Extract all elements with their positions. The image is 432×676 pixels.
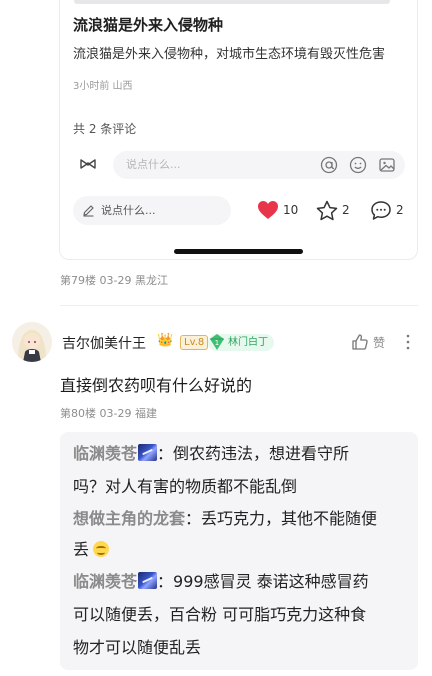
emoji-icon[interactable] xyxy=(349,156,367,174)
post-meta: 3小时前 山西 xyxy=(73,81,133,92)
floor-79-meta: 第79楼 03-29 黑龙江 xyxy=(60,274,168,287)
home-indicator xyxy=(174,249,303,254)
more-icon[interactable] xyxy=(403,333,413,351)
reply-input[interactable]: 说点什么... xyxy=(73,196,231,225)
reply-text: 丢 xyxy=(73,540,90,559)
thumbs-up-icon xyxy=(352,334,368,350)
crown-icon: 👑 xyxy=(157,333,174,348)
reply-2-line-1[interactable]: 想做主角的龙套：丢巧克力，其他不能随便 xyxy=(73,507,377,531)
card-image-edge xyxy=(74,0,390,4)
heart-icon xyxy=(258,201,278,219)
comment-bubble-icon xyxy=(371,200,391,220)
reply-text: 倒农药违法，想进看守所 xyxy=(173,444,350,463)
star-icon xyxy=(316,200,338,220)
reply-3-line-1[interactable]: 临渊羡苍 ：999感冒灵 泰诺这种感冒药 xyxy=(73,570,369,594)
reply-3-line-2[interactable]: 可以随便丢，百合粉 可可脂巧克力这种食 xyxy=(73,603,366,627)
reply-text: 999感冒灵 泰诺这种感冒药 xyxy=(173,572,369,591)
like-count: 10 xyxy=(283,203,299,217)
reply-author[interactable]: 临渊羡苍 xyxy=(73,444,137,463)
fan-level: 1 xyxy=(215,339,219,347)
favorite-stat[interactable]: 2 xyxy=(316,198,350,222)
anime-avatar-icon xyxy=(12,322,52,362)
galaxy-badge-icon xyxy=(138,572,158,589)
reply-separator: ： xyxy=(157,444,174,463)
favorite-count: 2 xyxy=(342,203,350,217)
comment-text[interactable]: 直接倒农药呗有什么好说的 xyxy=(60,372,252,396)
gem-icon: 1 xyxy=(210,334,224,350)
post-title[interactable]: 流浪猫是外来入侵物种 xyxy=(73,14,223,35)
reply-author[interactable]: 临渊羡苍 xyxy=(73,572,137,591)
avatar[interactable] xyxy=(12,322,52,362)
reply-1-line-1[interactable]: 临渊羡苍 ：倒农药违法，想进看守所 xyxy=(73,442,349,466)
like-button[interactable]: 赞 xyxy=(351,333,385,351)
fan-badge: 1 林门白丁 xyxy=(208,334,274,351)
reply-author[interactable]: 想做主角的龙套 xyxy=(73,509,185,528)
comment-stat[interactable]: 2 xyxy=(370,198,404,222)
sub-replies[interactable] xyxy=(60,432,418,670)
username[interactable]: 吉尔伽美什王 xyxy=(62,333,146,353)
reply-separator: ： xyxy=(185,509,202,528)
like-label: 赞 xyxy=(373,335,386,350)
reply-1-line-2[interactable]: 吗？对人有害的物质都不能乱倒 xyxy=(73,475,297,499)
comment-count: 共 2 条评论 xyxy=(73,122,137,136)
post-excerpt[interactable]: 流浪猫是外来入侵物种，对城市生态环境有毁灭性危害 xyxy=(73,43,385,62)
reply-separator: ： xyxy=(157,572,174,591)
at-icon[interactable] xyxy=(320,156,338,174)
reply-3-line-3[interactable]: 物才可以随便乱丢 xyxy=(73,636,201,660)
like-stat[interactable]: 10 xyxy=(257,198,298,222)
reply-text: 丢巧克力，其他不能随便 xyxy=(201,509,378,528)
bow-icon[interactable] xyxy=(80,158,96,170)
galaxy-badge-icon xyxy=(138,444,158,461)
pencil-icon xyxy=(83,205,94,217)
smile-emoji-icon xyxy=(93,541,110,557)
level-badge: Lv.8 xyxy=(180,335,209,350)
image-icon[interactable] xyxy=(378,156,396,174)
floor-80-meta: 第80楼 03-29 福建 xyxy=(60,407,157,420)
reply-placeholder: 说点什么... xyxy=(101,204,156,217)
reply-2-line-2[interactable]: 丢 xyxy=(73,538,110,562)
fan-title: 林门白丁 xyxy=(228,337,268,348)
divider xyxy=(60,305,418,306)
comment-stat-count: 2 xyxy=(396,203,404,217)
